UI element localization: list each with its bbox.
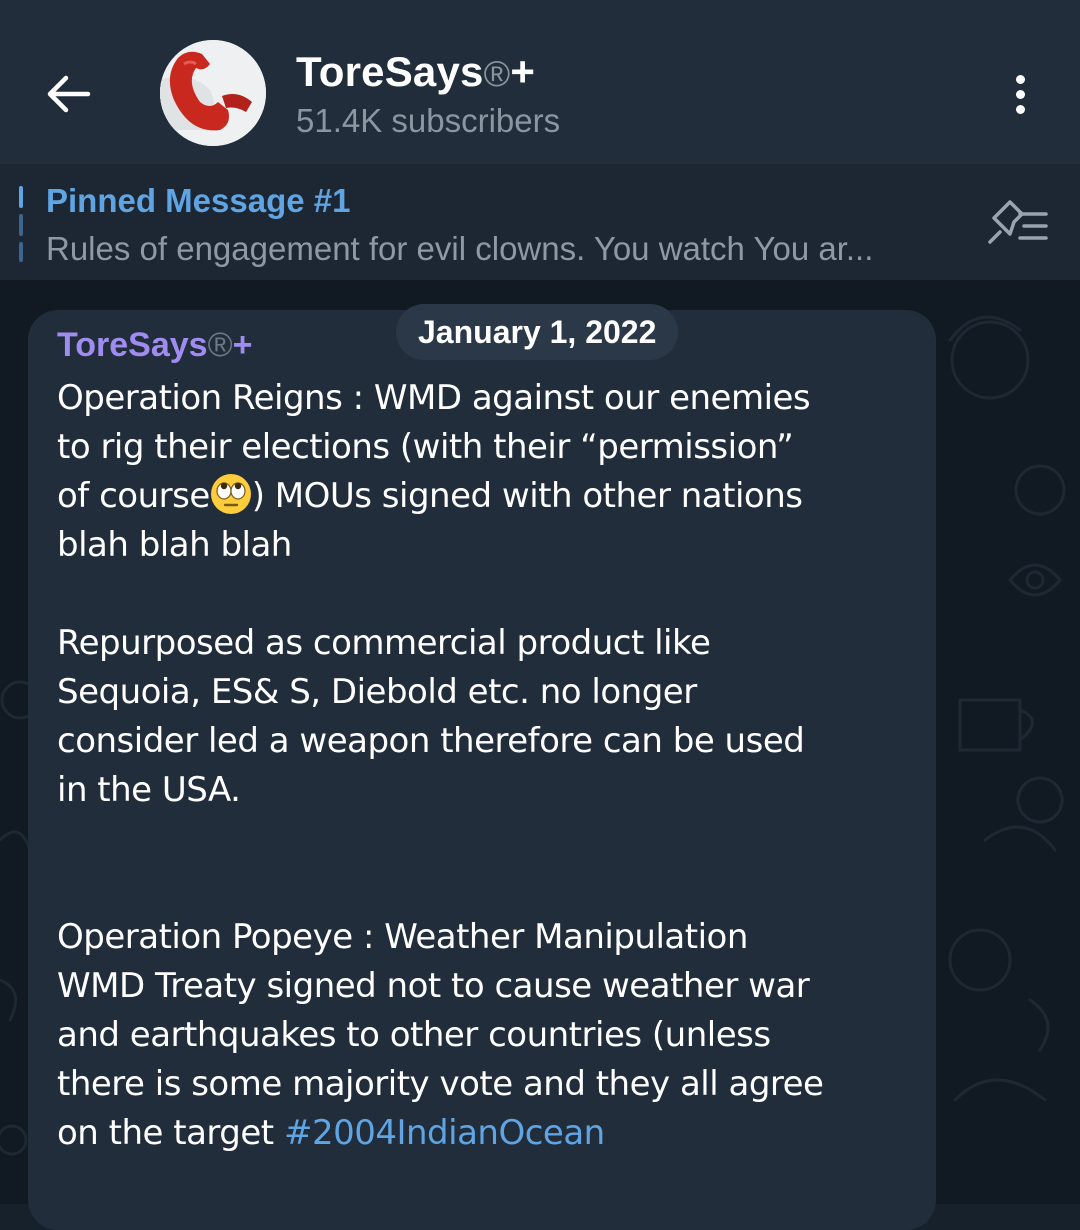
channel-avatar[interactable] [160,40,266,146]
rolling-eyes-emoji-icon [210,474,251,514]
text-line: Operation Reigns : WMD against our enemi… [57,378,811,418]
text-segment: on the target [57,1113,284,1153]
text-line: on the target #2004IndianOcean [57,1109,917,1158]
text-line: there is some majority vote and they all… [57,1064,824,1104]
text-line: to rig their elections (with their “perm… [57,427,794,467]
text-line: consider led a weapon therefore can be u… [57,721,805,761]
pinned-preview-text: Rules of engagement for evil clowns. You… [46,230,874,267]
text-line: Sequoia, ES& S, Diebold etc. no longer [57,672,697,712]
plus-mark: + [232,326,253,364]
registered-icon: ® [483,53,511,94]
text-line: and earthquakes to other countries (unle… [57,1015,771,1055]
sender-name: ToreSays [57,326,208,364]
text-line: of course ) MOUs signed with other natio… [57,472,917,521]
message-text: Operation Reigns : WMD against our enemi… [57,374,917,1158]
arrow-left-icon [47,75,91,113]
hashtag-link[interactable]: #2004IndianOcean [284,1113,605,1153]
pinned-title: Pinned Message #1 [46,182,351,219]
text-segment: ) MOUs signed with other nations [251,476,803,516]
registered-icon: ® [207,326,233,364]
plus-mark: + [510,48,536,95]
text-line: blah blah blah [57,525,292,565]
pinned-indicator [19,186,23,262]
back-button[interactable] [36,62,100,126]
channel-name: ToreSays [296,48,484,95]
message-sender[interactable]: ToreSays®+ [57,326,252,365]
channel-header: ToreSays®+ 51.4K subscribers [0,0,1080,164]
text-segment: of course [57,476,210,516]
dot-icon [1015,74,1025,84]
text-line: Repurposed as commercial product like [57,623,711,663]
text-line: Operation Popeye : Weather Manipulation [57,917,748,957]
pinned-list-button[interactable] [980,196,1052,252]
pin-list-icon [988,200,1048,244]
date-separator: January 1, 2022 [396,304,679,360]
dot-icon [1015,89,1025,99]
channel-title[interactable]: ToreSays®+ [296,48,535,96]
subscriber-count: 51.4K subscribers [296,102,561,139]
text-line: in the USA. [57,770,241,810]
text-line: WMD Treaty signed not to cause weather w… [57,966,810,1006]
red-telephone-image [160,40,266,146]
dot-icon [1015,104,1025,114]
more-options-button[interactable] [996,70,1044,118]
